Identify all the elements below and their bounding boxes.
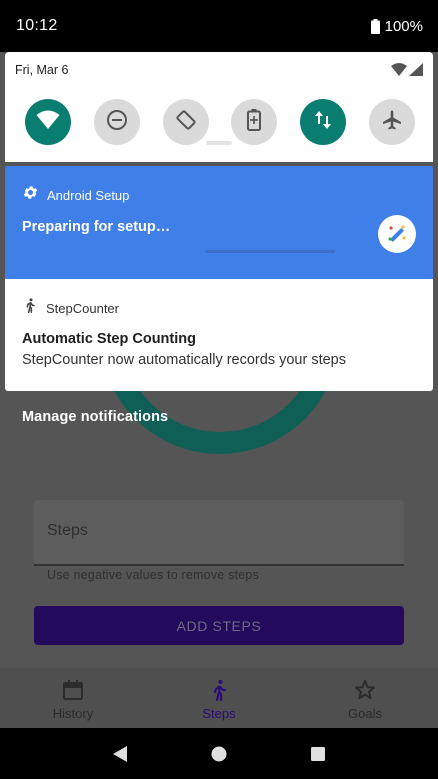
- nav-label-steps: Steps: [202, 706, 236, 721]
- nav-item-history[interactable]: History: [0, 668, 146, 728]
- cell-signal-icon: [409, 63, 423, 81]
- battery-saver-icon: [247, 108, 262, 136]
- qs-tiles: [25, 99, 415, 145]
- gear-icon: [22, 184, 39, 206]
- setup-progress-bar: [205, 250, 335, 253]
- nav-item-steps[interactable]: Steps: [146, 668, 292, 728]
- qs-tile-battery-saver[interactable]: [231, 99, 278, 145]
- walking-icon: [22, 297, 38, 319]
- walking-icon: [206, 677, 232, 703]
- notification-title: Preparing for setup…: [22, 219, 171, 235]
- notification-app-name: StepCounter: [46, 300, 119, 316]
- qs-tile-auto-rotate[interactable]: [162, 99, 209, 145]
- calendar-icon: [60, 677, 86, 703]
- notification-text: StepCounter now automatically records yo…: [22, 352, 346, 368]
- status-right: 100%: [370, 17, 423, 35]
- qs-tile-wifi[interactable]: [25, 99, 71, 145]
- mobile-data-icon: [314, 110, 332, 135]
- auto-rotate-icon: [175, 109, 197, 136]
- back-button[interactable]: [105, 739, 135, 769]
- bottom-nav: History Steps Goals: [0, 668, 438, 728]
- battery-icon: [370, 18, 380, 34]
- status-bar: 10:12 100%: [0, 0, 438, 52]
- qs-tile-do-not-disturb[interactable]: [93, 99, 140, 145]
- notification-stepcounter[interactable]: StepCounter Automatic Step Counting Step…: [5, 279, 433, 391]
- notification-header: Android Setup: [22, 184, 129, 206]
- notification-title: Automatic Step Counting: [22, 331, 196, 347]
- status-time: 10:12: [16, 17, 58, 34]
- battery-percent: 100%: [384, 17, 423, 35]
- qs-drag-handle[interactable]: [206, 141, 232, 145]
- nav-item-goals[interactable]: Goals: [292, 668, 438, 728]
- nav-label-goals: Goals: [348, 706, 382, 721]
- add-steps-button[interactable]: ADD STEPS: [34, 606, 404, 645]
- wifi-icon: [36, 110, 60, 135]
- airplane-mode-icon: [381, 109, 403, 136]
- steps-field-label: Steps: [47, 522, 88, 539]
- qs-date: Fri, Mar 6: [15, 63, 69, 77]
- helper-text: Use negative values to remove steps: [47, 568, 259, 582]
- magic-wand-icon: [378, 215, 416, 253]
- nav-label-history: History: [52, 706, 94, 721]
- do-not-disturb-icon: [106, 109, 128, 136]
- notification-android-setup[interactable]: Android Setup Preparing for setup…: [5, 166, 433, 279]
- qs-tile-mobile-data[interactable]: [300, 99, 347, 145]
- qs-tile-airplane-mode[interactable]: [368, 99, 415, 145]
- notification-header: StepCounter: [22, 297, 119, 319]
- notification-app-name: Android Setup: [47, 187, 130, 203]
- home-button[interactable]: [204, 739, 234, 769]
- manage-notifications-link[interactable]: Manage notifications: [22, 409, 168, 425]
- wifi-signal-icon: [391, 63, 407, 81]
- quick-settings-panel: Fri, Mar 6: [5, 52, 433, 162]
- star-icon: [352, 677, 378, 703]
- qs-status-icons: [391, 63, 423, 81]
- system-nav-bar: [0, 728, 438, 779]
- recents-button[interactable]: [303, 739, 333, 769]
- steps-input[interactable]: Steps: [34, 500, 404, 566]
